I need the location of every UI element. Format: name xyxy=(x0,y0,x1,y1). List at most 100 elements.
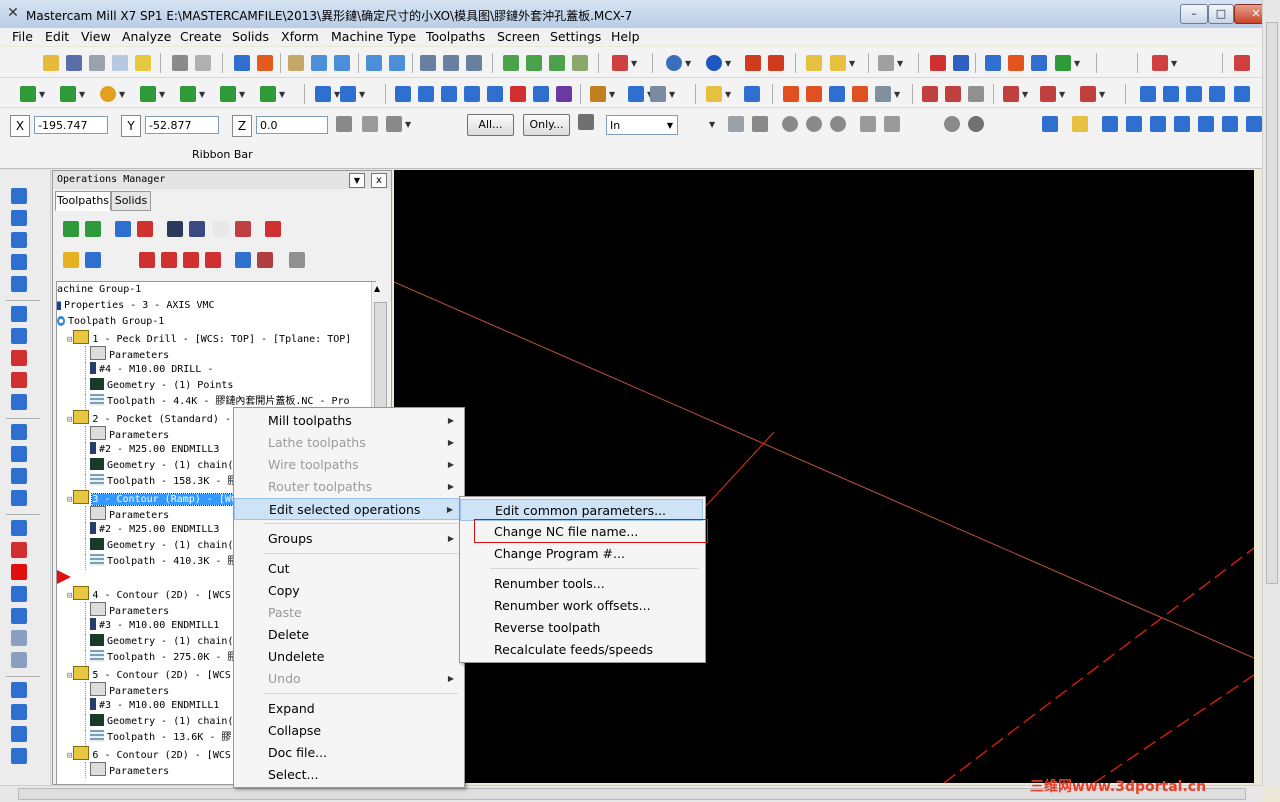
grid-box-icon[interactable] xyxy=(11,446,27,462)
tree-item[interactable]: Toolpath - 158.3K - 膠 xyxy=(85,474,237,490)
hatch-icon[interactable] xyxy=(852,86,868,102)
xform-mirror-icon[interactable] xyxy=(441,86,457,102)
mirror-icon[interactable] xyxy=(829,86,845,102)
post-selected-icon[interactable] xyxy=(235,221,251,237)
level-icon[interactable] xyxy=(1222,116,1238,132)
dropdown-arrow-icon[interactable]: ▼ xyxy=(1099,90,1105,99)
stack-icon[interactable] xyxy=(1174,116,1190,132)
help-icon[interactable] xyxy=(930,55,946,71)
transfer-icon[interactable] xyxy=(1055,55,1071,71)
tree-item[interactable]: Geometry - (1) chain( xyxy=(85,714,233,730)
table-icon[interactable] xyxy=(806,86,822,102)
sheet-icon[interactable] xyxy=(11,490,27,506)
dropdown-arrow-icon[interactable]: ▼ xyxy=(1059,90,1065,99)
tool-manager-icon[interactable] xyxy=(420,55,436,71)
dropdown-arrow-icon[interactable]: ▼ xyxy=(669,90,675,99)
slab-icon[interactable] xyxy=(11,372,27,388)
panel-dropdown-button[interactable]: ▼ xyxy=(349,173,365,188)
cursor-select-icon[interactable] xyxy=(578,114,594,130)
menu-settings[interactable]: Settings xyxy=(550,29,601,44)
autocursor-icon[interactable] xyxy=(362,116,378,132)
selection-mode-select[interactable]: In ▼ xyxy=(606,115,678,135)
frame-icon[interactable] xyxy=(968,86,984,102)
menu-toolpaths[interactable]: Toolpaths xyxy=(426,29,485,44)
push-icon[interactable] xyxy=(11,188,27,204)
grid-icon[interactable] xyxy=(783,86,799,102)
box-tool-icon[interactable] xyxy=(11,276,27,292)
solid-down-icon[interactable] xyxy=(11,468,27,484)
target-icon[interactable] xyxy=(257,252,273,268)
menu-item-delete[interactable]: Delete xyxy=(234,624,462,646)
create-chamfer-icon[interactable] xyxy=(180,86,196,102)
measure-icon[interactable] xyxy=(11,682,27,698)
xform-rotate-icon[interactable] xyxy=(418,86,434,102)
insert-after-icon[interactable] xyxy=(183,252,199,268)
tree-item[interactable]: #2 - M25.00 ENDMILL3 xyxy=(85,522,219,538)
menu-item-edit-common-parameters[interactable]: Edit common parameters... xyxy=(460,499,703,521)
tree-item[interactable]: Geometry - (1) Points xyxy=(85,378,233,394)
xform-array-icon[interactable] xyxy=(510,86,526,102)
lock-icon[interactable] xyxy=(63,252,79,268)
tree-item[interactable] xyxy=(57,570,74,586)
bottle-icon[interactable] xyxy=(1080,86,1096,102)
tab-toolpaths[interactable]: Toolpaths xyxy=(55,191,111,211)
menu-view[interactable]: View xyxy=(81,29,111,44)
tree-item[interactable]: achine Group-1 xyxy=(57,282,141,298)
surface-icon[interactable] xyxy=(945,86,961,102)
dropdown-arrow-icon[interactable]: ▼ xyxy=(359,90,365,99)
color-solid-icon[interactable] xyxy=(11,542,27,558)
tree-item[interactable]: #2 - M25.00 ENDMILL3 xyxy=(85,442,219,458)
tree-item[interactable]: Geometry - (1) chain( xyxy=(85,538,233,554)
create-arc-icon[interactable] xyxy=(100,86,116,102)
g1-post-icon[interactable] xyxy=(213,221,229,237)
tree-item[interactable]: ⊟ 1 - Peck Drill - [WCS: TOP] - [Tplane: … xyxy=(67,330,351,346)
polygon-select-icon[interactable] xyxy=(782,116,798,132)
menu-item-select[interactable]: Select... xyxy=(234,764,462,786)
zoom-target-icon[interactable] xyxy=(334,55,350,71)
backplot-icon[interactable] xyxy=(443,55,459,71)
backplot-ops-icon[interactable] xyxy=(167,221,183,237)
view-2-icon[interactable] xyxy=(1163,86,1179,102)
end-selection-icon[interactable] xyxy=(1042,116,1058,132)
solid-icon[interactable] xyxy=(1008,55,1024,71)
analyze-icon[interactable] xyxy=(953,55,969,71)
hatch-style-icon[interactable] xyxy=(1126,116,1142,132)
verify-select-icon[interactable] xyxy=(914,114,930,130)
out-select-icon[interactable] xyxy=(830,116,846,132)
dropdown-arrow-icon[interactable]: ▼ xyxy=(685,59,691,68)
chain-select-icon[interactable] xyxy=(860,116,876,132)
menu-item-reverse-toolpath[interactable]: Reverse toolpath xyxy=(460,617,703,639)
no-select-icon[interactable] xyxy=(944,116,960,132)
tab-icon[interactable] xyxy=(11,748,27,764)
clear-colors-icon[interactable] xyxy=(257,55,273,71)
expand-toggle-icon[interactable]: ⊟ xyxy=(67,415,72,425)
tree-item[interactable]: Parameters xyxy=(85,506,169,522)
tree-item[interactable]: Toolpath Group-1 xyxy=(57,314,164,330)
toggle-display-icon[interactable] xyxy=(85,252,101,268)
zoom-window-icon[interactable] xyxy=(311,55,327,71)
mesh-2-icon[interactable] xyxy=(11,652,27,668)
dropdown-arrow-icon[interactable]: ▼ xyxy=(725,59,731,68)
xform-roll-icon[interactable] xyxy=(556,86,572,102)
arc-tool-icon[interactable] xyxy=(11,232,27,248)
cube-tool-icon[interactable] xyxy=(11,306,27,322)
xform-translate-icon[interactable] xyxy=(395,86,411,102)
page-icon[interactable] xyxy=(11,586,27,602)
expand-toggle-icon[interactable]: ⊟ xyxy=(67,671,72,681)
scroll-up-arrow-icon[interactable]: ▲ xyxy=(374,284,380,293)
partial-chain-icon[interactable] xyxy=(884,116,900,132)
solid-box-icon[interactable] xyxy=(503,55,519,71)
scroll-to-icon[interactable] xyxy=(205,252,221,268)
face-icon[interactable] xyxy=(744,86,760,102)
tree-item[interactable]: ⊟ 4 - Contour (2D) - [WCS: xyxy=(67,586,237,602)
dropdown-arrow-icon[interactable]: ▼ xyxy=(1022,90,1028,99)
break-icon[interactable] xyxy=(340,86,356,102)
verify-icon[interactable] xyxy=(466,55,482,71)
regenerate-icon[interactable] xyxy=(115,221,131,237)
dropdown-arrow-icon[interactable]: ▼ xyxy=(609,90,615,99)
cube-outline-icon[interactable] xyxy=(11,704,27,720)
tree-item[interactable]: ⊟ 6 - Contour (2D) - [WCS: xyxy=(67,746,237,762)
dropdown-arrow-icon[interactable]: ▼ xyxy=(239,90,245,99)
menu-analyze[interactable]: Analyze xyxy=(122,29,171,44)
view-1-icon[interactable] xyxy=(1140,86,1156,102)
